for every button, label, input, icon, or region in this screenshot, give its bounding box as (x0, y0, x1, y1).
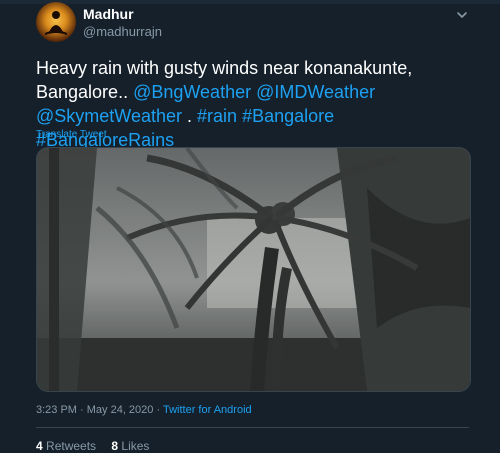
mention-imdweather[interactable]: @IMDWeather (256, 82, 375, 102)
user-display-name[interactable]: Madhur (83, 6, 134, 22)
tweet-video[interactable] (36, 147, 471, 392)
retweets-label: Retweets (42, 439, 97, 453)
user-handle[interactable]: @madhurrajn (83, 24, 162, 39)
avatar[interactable] (36, 2, 76, 42)
meditation-figure-icon (45, 11, 67, 35)
hashtag-bangalore[interactable]: #Bangalore (242, 106, 334, 126)
mention-skymetweather[interactable]: @SkymetWeather (36, 106, 182, 126)
likes-stat[interactable]: 8 Likes (111, 439, 149, 453)
retweets-count: 4 (36, 439, 43, 453)
hashtag-rain[interactable]: #rain (197, 106, 237, 126)
tweet-time-date[interactable]: 3:23 PM · May 24, 2020 · (36, 404, 163, 416)
chevron-down-icon[interactable] (455, 8, 469, 22)
tweet-stats: 4 Retweets 8 Likes (36, 439, 161, 453)
translate-tweet-link[interactable]: Translate Tweet (36, 129, 107, 140)
retweets-stat[interactable]: 4 Retweets (36, 439, 96, 453)
palm-trees-rain-scene (37, 148, 470, 391)
likes-label: Likes (118, 439, 150, 453)
mention-bngweather[interactable]: @BngWeather (133, 82, 251, 102)
text-separator: . (182, 106, 198, 126)
tweet-source-link[interactable]: Twitter for Android (163, 404, 252, 416)
tweet-timestamp: 3:23 PM · May 24, 2020 · Twitter for And… (36, 404, 252, 416)
divider (36, 427, 469, 428)
